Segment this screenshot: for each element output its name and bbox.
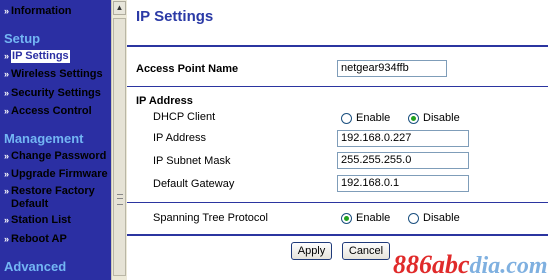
scroll-up-arrow-icon[interactable]: ▲ bbox=[113, 1, 126, 15]
subnet-mask-field[interactable]: 255.255.255.0 bbox=[337, 152, 469, 169]
sidebar-item-label: Information bbox=[11, 5, 72, 17]
bullet-icon: » bbox=[4, 88, 10, 98]
dhcp-enable-label: Enable bbox=[356, 112, 391, 124]
scroll-thumb[interactable] bbox=[113, 18, 126, 276]
sidebar-item-upgrade-firmware[interactable]: » Upgrade Firmware bbox=[4, 168, 110, 181]
sidebar-item-label: Restore Factory Default bbox=[11, 185, 95, 210]
sidebar-item-access-control[interactable]: » Access Control bbox=[4, 105, 110, 118]
bullet-icon: » bbox=[4, 151, 10, 161]
dhcp-enable-radio[interactable] bbox=[341, 113, 352, 124]
default-gateway-label: Default Gateway bbox=[153, 178, 235, 190]
sidebar-scrollbar[interactable]: ▲ bbox=[111, 0, 127, 280]
bullet-icon: » bbox=[4, 186, 10, 196]
sidebar-item-label: Reboot AP bbox=[11, 233, 67, 245]
sidebar-item-security-settings[interactable]: » Security Settings bbox=[4, 87, 110, 100]
spanning-tree-disable-radio[interactable] bbox=[408, 213, 419, 224]
bullet-icon: » bbox=[4, 51, 10, 61]
spanning-tree-enable-radio[interactable] bbox=[341, 213, 352, 224]
divider bbox=[127, 86, 548, 87]
dhcp-disable-label: Disable bbox=[423, 112, 460, 124]
sidebar-item-label: Station List bbox=[11, 214, 71, 226]
main-content: IP Settings Access Point Name netgear934… bbox=[127, 0, 556, 280]
sidebar-item-restore-factory-default[interactable]: » Restore Factory Default bbox=[4, 185, 102, 210]
bullet-icon: » bbox=[4, 234, 10, 244]
scroll-grip-icon bbox=[117, 194, 123, 205]
cancel-button[interactable]: Cancel bbox=[342, 242, 390, 260]
sidebar-item-reboot-ap[interactable]: » Reboot AP bbox=[4, 233, 110, 246]
bullet-icon: » bbox=[4, 215, 10, 225]
sidebar-item-wireless-settings[interactable]: » Wireless Settings bbox=[4, 68, 110, 81]
spanning-tree-disable-label: Disable bbox=[423, 212, 460, 224]
sidebar-nav: » Information Setup » IP Settings » Wireles… bbox=[0, 0, 111, 280]
dhcp-disable-radio[interactable] bbox=[408, 113, 419, 124]
sidebar-item-label: Upgrade Firmware bbox=[11, 168, 108, 180]
ip-address-label: IP Address bbox=[153, 132, 206, 144]
subnet-mask-label: IP Subnet Mask bbox=[153, 155, 231, 167]
sidebar-item-change-password[interactable]: » Change Password bbox=[4, 150, 110, 163]
sidebar-item-label: Access Control bbox=[11, 105, 92, 117]
watermark-text-tail: dia.com bbox=[469, 253, 548, 279]
sidebar-item-label: Change Password bbox=[11, 150, 107, 162]
sidebar-section-management: Management bbox=[4, 131, 84, 146]
sidebar-section-setup: Setup bbox=[4, 31, 41, 46]
ip-address-field[interactable]: 192.168.0.227 bbox=[337, 130, 469, 147]
access-point-name-field[interactable]: netgear934ffb bbox=[337, 60, 447, 77]
watermark-text: 886abc bbox=[393, 250, 470, 279]
sidebar-item-label: IP Settings bbox=[10, 49, 71, 64]
bullet-icon: » bbox=[4, 6, 10, 16]
divider bbox=[127, 202, 548, 203]
sidebar-item-label: Wireless Settings bbox=[11, 68, 103, 80]
ip-address-section-heading: IP Address bbox=[136, 95, 193, 107]
divider bbox=[127, 234, 548, 236]
sidebar-item-label: Security Settings bbox=[11, 87, 101, 99]
watermark-logo: 886abcdia.com bbox=[393, 250, 556, 280]
bullet-icon: » bbox=[4, 106, 10, 116]
sidebar-item-ip-settings[interactable]: » IP Settings bbox=[4, 49, 110, 64]
access-point-name-label: Access Point Name bbox=[136, 63, 239, 75]
bullet-icon: » bbox=[4, 169, 10, 179]
default-gateway-field[interactable]: 192.168.0.1 bbox=[337, 175, 469, 192]
dhcp-client-label: DHCP Client bbox=[153, 111, 216, 123]
page-title: IP Settings bbox=[136, 8, 214, 25]
spanning-tree-label: Spanning Tree Protocol bbox=[153, 212, 268, 224]
sidebar-section-advanced: Advanced bbox=[4, 259, 67, 274]
apply-button[interactable]: Apply bbox=[291, 242, 332, 260]
sidebar-item-station-list[interactable]: » Station List bbox=[4, 214, 110, 227]
bullet-icon: » bbox=[4, 69, 10, 79]
spanning-tree-enable-label: Enable bbox=[356, 212, 391, 224]
divider bbox=[127, 45, 548, 47]
sidebar-item-information[interactable]: » Information bbox=[4, 5, 110, 18]
